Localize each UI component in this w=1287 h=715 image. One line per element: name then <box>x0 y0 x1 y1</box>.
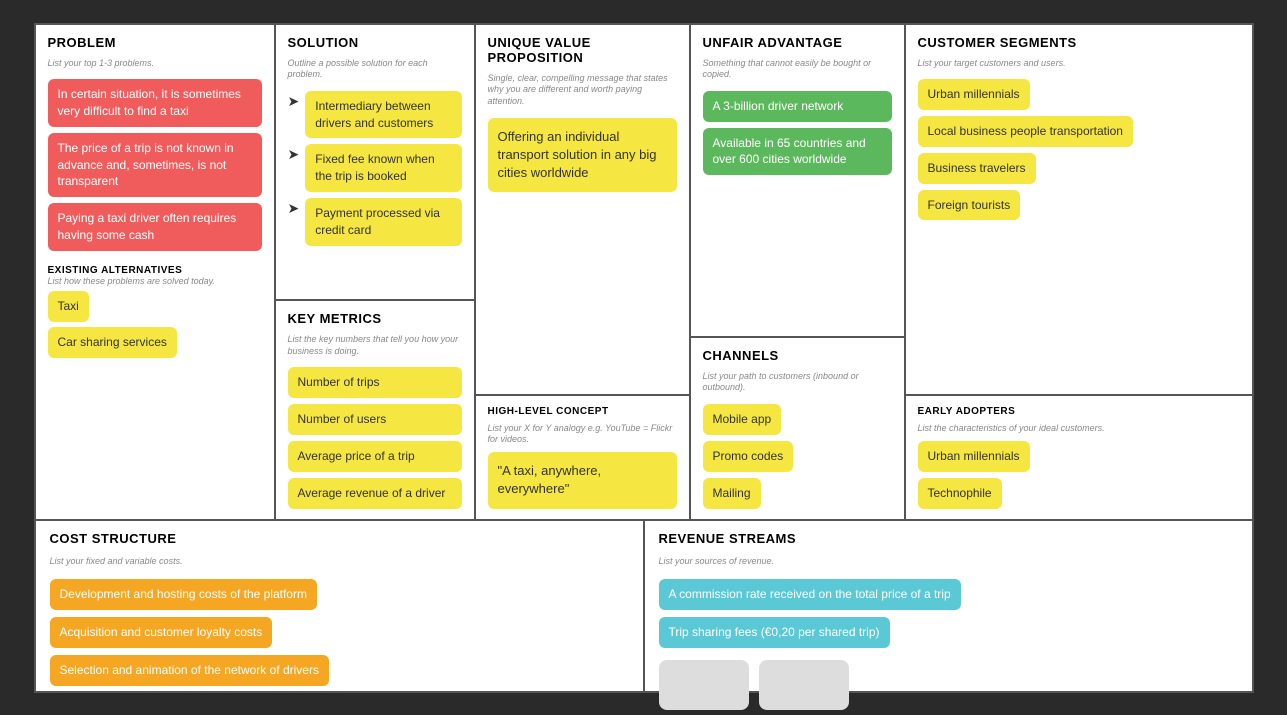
hlc-tag: "A taxi, anywhere, everywhere" <box>488 452 677 508</box>
cost-item-3: Selection and animation of the network o… <box>50 655 329 686</box>
channel-1: Mobile app <box>703 404 782 435</box>
segment-1: Urban millennials <box>918 79 1030 110</box>
arrow-icon-2: ➤ <box>288 146 300 163</box>
revenue-item-2: Trip sharing fees (€0,20 per shared trip… <box>659 617 890 648</box>
solution-metrics-col: SOLUTION Outline a possible solution for… <box>276 25 476 519</box>
uvp-col: UNIQUE VALUE PROPOSITION Single, clear, … <box>476 25 691 519</box>
solution-arrow-1: ➤ Intermediary between drivers and custo… <box>288 91 462 139</box>
existing-item-1: Taxi <box>48 291 89 322</box>
placeholder-blob-2 <box>759 660 849 710</box>
unfair-item-2: Available in 65 countries and over 600 c… <box>703 128 892 176</box>
segment-3: Business travelers <box>918 153 1036 184</box>
unfair-channels-col: UNFAIR ADVANTAGE Something that cannot e… <box>691 25 906 519</box>
segments-title: CUSTOMER SEGMENTS <box>918 35 1240 50</box>
segment-4: Foreign tourists <box>918 190 1021 221</box>
cost-cell: COST STRUCTURE List your fixed and varia… <box>36 521 645 691</box>
uvp-main-tag: Offering an individual transport solutio… <box>488 118 677 193</box>
solution-arrow-2: ➤ Fixed fee known when the trip is booke… <box>288 144 462 192</box>
hlc-title: HIGH-LEVEL CONCEPT <box>488 406 677 417</box>
revenue-cell: REVENUE STREAMS List your sources of rev… <box>645 521 1252 691</box>
channel-2: Promo codes <box>703 441 794 472</box>
metric-2: Number of users <box>288 404 462 435</box>
problem-item-3: Paying a taxi driver often requires havi… <box>48 203 262 251</box>
early-item-1: Urban millennials <box>918 441 1030 472</box>
unfair-cell: UNFAIR ADVANTAGE Something that cannot e… <box>691 25 904 338</box>
key-metrics-cell: KEY METRICS List the key numbers that te… <box>276 301 474 519</box>
channels-title: CHANNELS <box>703 348 892 363</box>
uvp-cell: UNIQUE VALUE PROPOSITION Single, clear, … <box>476 25 689 396</box>
hlc-cell: HIGH-LEVEL CONCEPT List your X for Y ana… <box>476 396 689 519</box>
unfair-title: UNFAIR ADVANTAGE <box>703 35 892 50</box>
cost-title: COST STRUCTURE <box>50 531 629 546</box>
solution-subtitle: Outline a possible solution for each pro… <box>288 58 462 81</box>
solution-item-1: Intermediary between drivers and custome… <box>305 91 461 139</box>
arrow-icon-1: ➤ <box>288 93 300 110</box>
solution-arrow-3: ➤ Payment processed via credit card <box>288 198 462 246</box>
solution-title: SOLUTION <box>288 35 462 50</box>
metrics-subtitle: List the key numbers that tell you how y… <box>288 334 462 357</box>
segments-col: CUSTOMER SEGMENTS List your target custo… <box>906 25 1252 519</box>
solution-cell: SOLUTION Outline a possible solution for… <box>276 25 474 301</box>
metrics-title: KEY METRICS <box>288 311 462 326</box>
segments-cell: CUSTOMER SEGMENTS List your target custo… <box>906 25 1252 397</box>
existing-alternatives: EXISTING ALTERNATIVES List how these pro… <box>48 265 262 358</box>
arrow-icon-3: ➤ <box>288 200 300 217</box>
channel-3: Mailing <box>703 478 761 509</box>
problem-item-1: In certain situation, it is sometimes ve… <box>48 79 262 127</box>
segments-subtitle: List your target customers and users. <box>918 58 1240 70</box>
early-sub: List the characteristics of your ideal c… <box>918 423 1240 435</box>
cost-item-1: Development and hosting costs of the pla… <box>50 579 317 610</box>
channels-cell: CHANNELS List your path to customers (in… <box>691 338 904 519</box>
revenue-title: REVENUE STREAMS <box>659 531 1238 546</box>
solution-item-2: Fixed fee known when the trip is booked <box>305 144 461 192</box>
problem-title: PROBLEM <box>48 35 262 50</box>
uvp-title: UNIQUE VALUE PROPOSITION <box>488 35 677 65</box>
cost-subtitle: List your fixed and variable costs. <box>50 556 629 568</box>
metric-3: Average price of a trip <box>288 441 462 472</box>
problem-subtitle: List your top 1-3 problems. <box>48 58 262 70</box>
existing-alt-sub: List how these problems are solved today… <box>48 276 262 288</box>
revenue-subtitle: List your sources of revenue. <box>659 556 1238 568</box>
early-title: EARLY ADOPTERS <box>918 406 1240 417</box>
uvp-subtitle: Single, clear, compelling message that s… <box>488 73 677 108</box>
unfair-item-1: A 3-billion driver network <box>703 91 892 122</box>
early-item-2: Technophile <box>918 478 1002 509</box>
problem-cell: PROBLEM List your top 1-3 problems. In c… <box>36 25 276 519</box>
placeholder-blob-1 <box>659 660 749 710</box>
revenue-item-1: A commission rate received on the total … <box>659 579 961 610</box>
hlc-sub: List your X for Y analogy e.g. YouTube =… <box>488 423 677 446</box>
existing-item-2: Car sharing services <box>48 327 177 358</box>
solution-item-3: Payment processed via credit card <box>305 198 461 246</box>
cost-item-2: Acquisition and customer loyalty costs <box>50 617 273 648</box>
problem-item-2: The price of a trip is not known in adva… <box>48 133 262 197</box>
channels-sub: List your path to customers (inbound or … <box>703 371 892 394</box>
metric-1: Number of trips <box>288 367 462 398</box>
segment-2: Local business people transportation <box>918 116 1133 147</box>
lean-canvas: PROBLEM List your top 1-3 problems. In c… <box>34 23 1254 693</box>
existing-alt-title: EXISTING ALTERNATIVES <box>48 265 262 276</box>
early-adopters-cell: EARLY ADOPTERS List the characteristics … <box>906 396 1252 518</box>
top-section: PROBLEM List your top 1-3 problems. In c… <box>36 25 1252 521</box>
metric-4: Average revenue of a driver <box>288 478 462 509</box>
unfair-subtitle: Something that cannot easily be bought o… <box>703 58 892 81</box>
bottom-section: COST STRUCTURE List your fixed and varia… <box>36 521 1252 691</box>
